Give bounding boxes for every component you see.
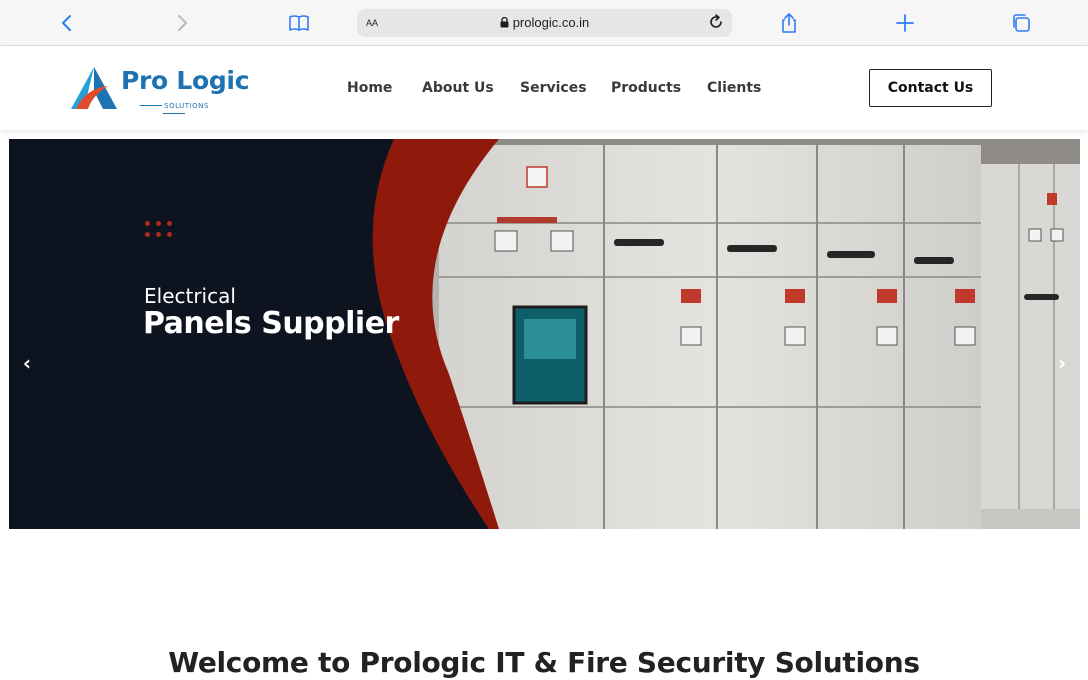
welcome-title: Welcome to Prologic IT & Fire Security S… — [168, 646, 920, 679]
new-tab-icon[interactable] — [892, 10, 918, 36]
back-icon[interactable] — [54, 10, 80, 36]
nav-products[interactable]: Products — [611, 80, 681, 96]
site-header: Pro Logic SOLUTIONS Home About Us Servic… — [0, 46, 1088, 130]
url-text: prologic.co.in — [512, 15, 590, 30]
hero-title: Panels Supplier — [143, 306, 399, 341]
contact-us-button[interactable]: Contact Us — [869, 69, 992, 107]
decorative-dots — [145, 221, 177, 241]
hero-subtitle: Electrical — [144, 284, 236, 308]
logo-mark-icon — [71, 67, 117, 109]
lock-icon — [500, 17, 509, 28]
address-bar[interactable]: AA prologic.co.in — [357, 9, 732, 37]
reload-icon[interactable] — [706, 12, 726, 32]
hero-slider: Electrical Panels Supplier ‹ › — [9, 139, 1080, 529]
logo[interactable]: Pro Logic SOLUTIONS — [70, 64, 260, 114]
share-icon[interactable] — [776, 10, 802, 36]
nav-clients[interactable]: Clients — [707, 80, 761, 96]
forward-icon[interactable] — [169, 10, 195, 36]
logo-subtitle: SOLUTIONS — [126, 102, 221, 118]
bookmarks-icon[interactable] — [286, 10, 312, 36]
chevron-left-icon[interactable]: ‹ — [18, 351, 36, 375]
tabs-icon[interactable] — [1008, 10, 1034, 36]
chevron-right-icon[interactable]: › — [1053, 351, 1071, 375]
nav-about-us[interactable]: About Us — [422, 80, 494, 96]
nav-services[interactable]: Services — [520, 80, 587, 96]
nav-home[interactable]: Home — [347, 80, 392, 96]
logo-text: Pro Logic — [121, 66, 250, 95]
browser-toolbar: AA prologic.co.in — [0, 0, 1088, 46]
